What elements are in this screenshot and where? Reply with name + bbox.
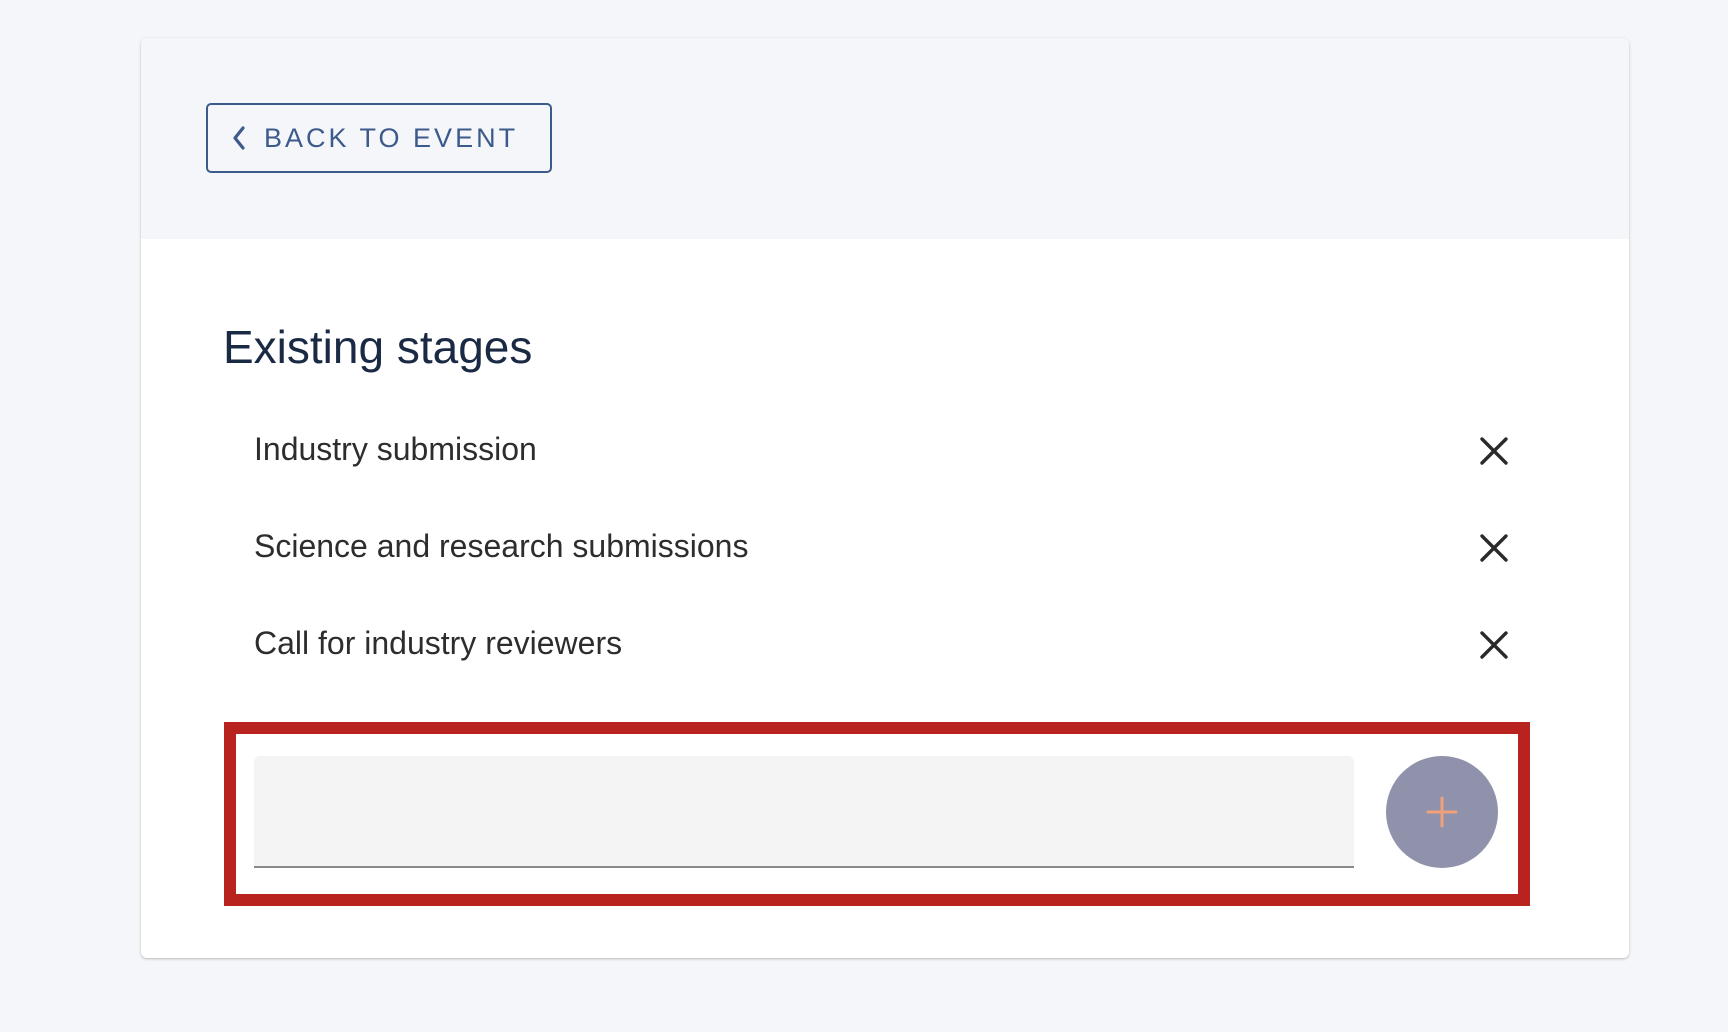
close-icon <box>1480 534 1508 562</box>
chevron-left-icon <box>228 125 250 151</box>
page-title: Existing stages <box>223 321 533 373</box>
list-item: Science and research submissions <box>254 514 1514 611</box>
stage-list: Industry submission Science and research… <box>254 417 1514 708</box>
add-stage-button[interactable] <box>1386 756 1498 868</box>
close-icon <box>1480 631 1508 659</box>
list-item: Industry submission <box>254 417 1514 514</box>
remove-stage-button[interactable] <box>1474 431 1514 471</box>
close-icon <box>1480 437 1508 465</box>
remove-stage-button[interactable] <box>1474 625 1514 665</box>
back-to-event-label: BACK TO EVENT <box>264 122 519 153</box>
new-stage-input[interactable] <box>254 756 1354 868</box>
stage-label: Call for industry reviewers <box>254 625 623 661</box>
stage-label: Industry submission <box>254 431 537 467</box>
card-header: BACK TO EVENT <box>141 38 1629 239</box>
list-item: Call for industry reviewers <box>254 611 1514 708</box>
remove-stage-button[interactable] <box>1474 528 1514 568</box>
plus-icon <box>1426 796 1458 828</box>
back-to-event-button[interactable]: BACK TO EVENT <box>206 103 552 173</box>
stage-label: Science and research submissions <box>254 528 749 564</box>
